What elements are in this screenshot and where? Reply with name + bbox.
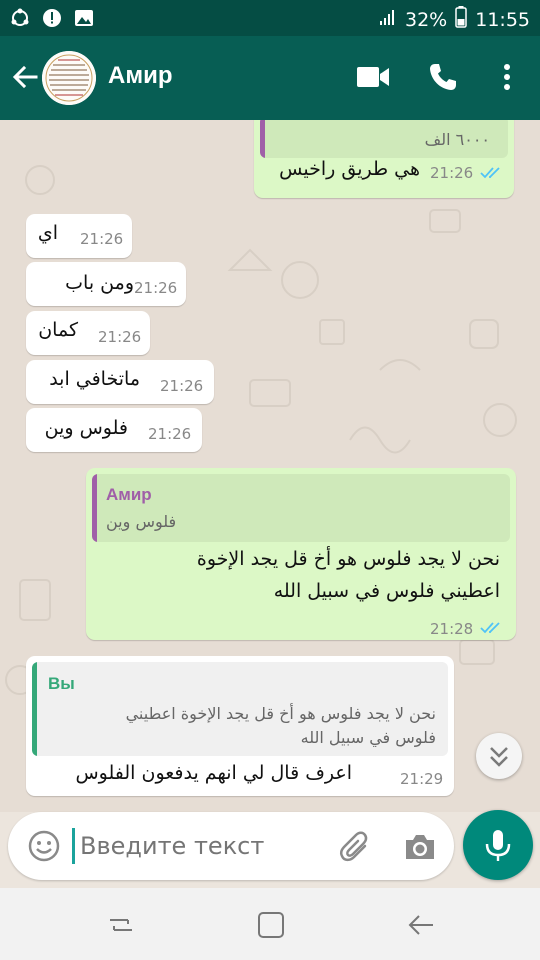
double-chevron-down-icon	[490, 747, 508, 767]
message-text-line: نحن لا يجد فلوس هو أخ قل يجد الإخوة	[196, 548, 500, 570]
message-time: 21:26	[80, 230, 124, 248]
emoji-button[interactable]	[28, 830, 60, 862]
quoted-text: ٦٠٠٠ الف	[424, 130, 490, 149]
sync-icon	[10, 8, 30, 28]
message-time: 21:26	[134, 279, 178, 297]
message-time: 21:29	[400, 770, 444, 788]
message-time: 21:26	[98, 328, 142, 346]
voice-call-button[interactable]	[428, 62, 458, 92]
system-navigation-bar	[0, 888, 540, 960]
message-time: 21:28	[430, 620, 474, 638]
message-time: 21:26	[430, 164, 474, 182]
quoted-text-line: نحن لا يجد فلوس هو أخ قل يجد الإخوة اعطي…	[125, 704, 436, 723]
message-text: اعرف قال لي انهم يدفعون الفلوس	[75, 762, 352, 784]
arrow-left-icon	[12, 65, 38, 89]
microphone-icon	[485, 830, 511, 861]
status-bar: 32% 11:55	[0, 0, 540, 36]
signal-icon	[379, 8, 397, 31]
contact-name[interactable]: Амир	[108, 62, 173, 90]
camera-icon	[406, 835, 434, 859]
read-receipt-icon	[480, 622, 500, 634]
smiley-icon	[28, 830, 60, 862]
quoted-text: فلوس وين	[106, 512, 177, 531]
recent-apps-button[interactable]	[106, 910, 136, 940]
message-text: فلوس وين	[44, 417, 128, 439]
quoted-author: Амир	[106, 485, 152, 504]
message-list[interactable]: ٦٠٠٠ الف هي طريق راخيس 21:26 اي 21:26 وم…	[0, 120, 540, 812]
quoted-message[interactable]: ٦٠٠٠ الف	[260, 120, 508, 158]
video-camera-icon	[357, 67, 389, 87]
message-bubble-incoming[interactable]: ومن باب 21:26	[26, 262, 186, 306]
message-text-line: اعطيني فلوس في سبيل الله	[273, 580, 500, 602]
home-button[interactable]	[256, 910, 286, 940]
recent-apps-icon	[110, 919, 132, 931]
attach-button[interactable]	[338, 829, 372, 863]
read-receipt-icon	[480, 167, 500, 179]
back-nav-button[interactable]	[406, 910, 436, 940]
message-bubble-incoming[interactable]: ماتخافي ابد 21:26	[26, 360, 214, 404]
message-text: ومن باب	[65, 272, 134, 294]
message-time: 21:26	[148, 425, 192, 443]
message-bubble-outgoing[interactable]: ٦٠٠٠ الف هي طريق راخيس 21:26	[254, 120, 514, 198]
text-cursor	[72, 828, 75, 864]
video-call-button[interactable]	[356, 64, 390, 90]
message-bubble-outgoing[interactable]: Амир فلوس وين نحن لا يجد فلوس هو أخ قل ي…	[86, 468, 516, 640]
message-text: ماتخافي ابد	[49, 368, 140, 390]
message-bubble-incoming[interactable]: كمان 21:26	[26, 311, 150, 355]
back-button[interactable]	[10, 62, 40, 92]
chat-header: Амир	[0, 36, 540, 120]
message-bubble-incoming[interactable]: اي 21:26	[26, 214, 132, 258]
phone-icon	[430, 64, 456, 90]
message-text: كمان	[38, 319, 78, 341]
back-icon	[408, 915, 433, 935]
clock: 11:55	[475, 8, 530, 31]
message-input[interactable]	[80, 826, 330, 866]
voice-record-button[interactable]	[463, 810, 533, 880]
scroll-to-bottom-button[interactable]	[476, 733, 522, 779]
message-bubble-incoming[interactable]: Вы نحن لا يجد فلوس هو أخ قل يجد الإخوة ا…	[26, 656, 454, 796]
quoted-message[interactable]: Амир فلوس وين	[92, 474, 510, 542]
paperclip-icon	[339, 831, 368, 862]
message-text: هي طريق راخيس	[279, 158, 420, 180]
alert-icon	[42, 8, 62, 28]
quoted-author: Вы	[48, 674, 75, 693]
composer	[8, 812, 454, 880]
camera-button[interactable]	[403, 832, 437, 862]
home-icon	[258, 912, 284, 938]
quoted-text-line: فلوس في سبيل الله	[300, 728, 436, 747]
battery-icon	[455, 6, 467, 33]
quoted-message[interactable]: Вы نحن لا يجد فلوس هو أخ قل يجد الإخوة ا…	[32, 662, 448, 756]
avatar[interactable]	[42, 51, 96, 105]
message-text: اي	[37, 222, 58, 244]
gallery-icon	[74, 8, 94, 28]
more-vert-icon	[504, 64, 510, 90]
message-time: 21:26	[160, 377, 204, 395]
more-options-button[interactable]	[500, 62, 514, 92]
battery-level: 32%	[405, 8, 448, 31]
message-bubble-incoming[interactable]: فلوس وين 21:26	[26, 408, 202, 452]
